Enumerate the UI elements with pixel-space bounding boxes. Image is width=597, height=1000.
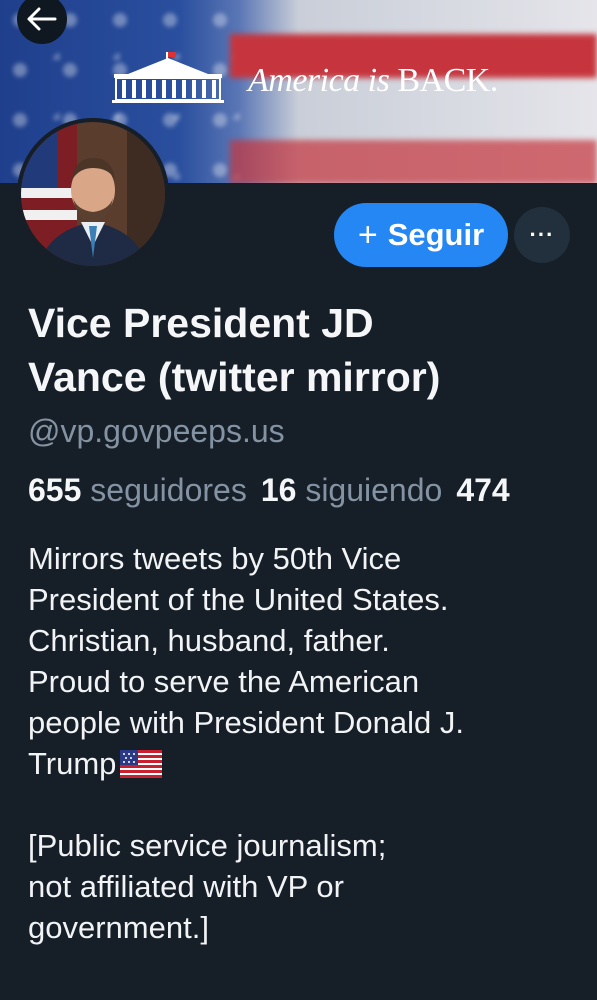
display-name: Vice President JD Vance (twitter mirror) [28,296,588,404]
avatar[interactable] [17,118,169,270]
display-name-line: Vice President JD [28,300,374,346]
bio-line-flag: Trump [28,743,588,784]
arrow-left-icon [27,7,57,31]
following-count: 16 [260,472,297,508]
bio-line: President of the United States. [28,582,449,617]
followers-link[interactable]: 655 seguidores [28,472,261,508]
plus-icon: + [357,215,378,254]
bio-line: not affiliated with VP or [28,869,344,904]
following-link[interactable]: 16 siguiendo [261,472,456,508]
bio-line: government.] [28,910,209,945]
profile-stats: 655 seguidores 16 siguiendo 474 [28,472,510,509]
bio-line: Trump [28,746,117,781]
more-options-button[interactable]: ··· [514,207,570,263]
display-name-line: Vance (twitter mirror) [28,354,441,400]
followers-count: 655 [28,472,82,508]
ellipsis-icon: ··· [529,222,555,247]
white-house-icon [112,52,224,103]
bio-line: Mirrors tweets by 50th Vice [28,541,402,576]
bio-line: people with President Donald J. [28,705,464,740]
banner-slogan: America is BACK. [248,62,498,99]
bio-line: Proud to serve the American [28,664,420,699]
profile-bio: Mirrors tweets by 50th Vice President of… [28,538,588,948]
bio-line: [Public service journalism; [28,828,387,863]
posts-count: 474 [456,472,510,508]
flag-stripe [230,140,597,183]
bio-line: Christian, husband, father. [28,623,390,658]
us-flag-icon [120,750,163,778]
follow-button[interactable]: + Seguir [334,203,508,267]
following-label: siguiendo [305,472,443,508]
followers-label: seguidores [90,472,247,508]
follow-label: Seguir [387,217,485,252]
profile-handle: @vp.govpeeps.us [28,413,285,449]
